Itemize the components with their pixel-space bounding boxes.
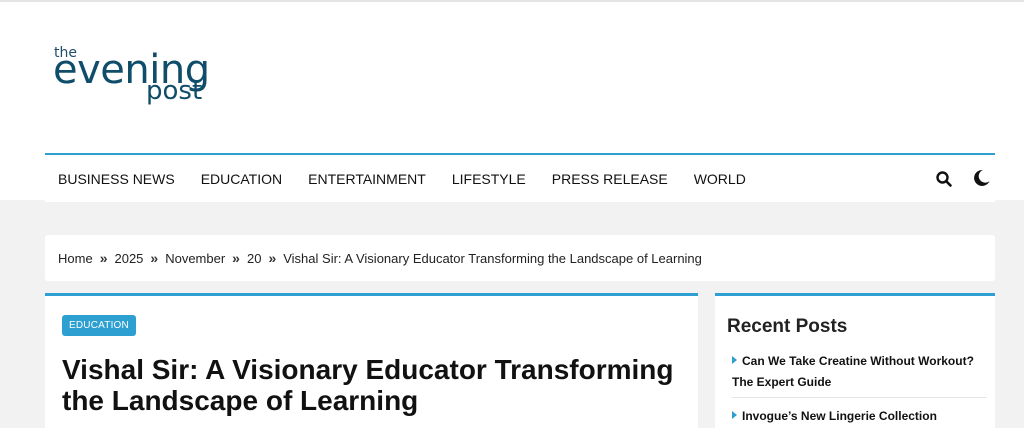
recent-post-item[interactable]: Can We Take Creatine Without Workout? Th… [732,351,987,393]
nav-item-education[interactable]: EDUCATION [188,171,295,187]
breadcrumb-separator: » [268,250,277,266]
breadcrumb: Home » 2025 » November » 20 » Vishal Sir… [45,235,995,281]
search-icon[interactable] [935,170,953,188]
recent-posts-title: Recent Posts [727,316,848,337]
nav-item-press-release[interactable]: PRESS RELEASE [539,171,681,187]
article-card: EDUCATION Vishal Sir: A Visionary Educat… [45,293,698,428]
breadcrumb-home[interactable]: Home [58,251,93,266]
caret-right-icon [732,411,737,419]
nav-item-business-news[interactable]: BUSINESS NEWS [45,171,188,187]
breadcrumb-separator: » [232,250,240,266]
recent-post-link[interactable]: Can We Take Creatine Without Workout? Th… [732,354,974,389]
nav-menu: BUSINESS NEWS EDUCATION ENTERTAINMENT LI… [45,155,759,202]
breadcrumb-month[interactable]: November [165,251,225,266]
moon-icon[interactable] [971,168,991,188]
category-badge[interactable]: EDUCATION [62,315,136,336]
breadcrumb-separator: » [150,250,159,266]
recent-post-item[interactable]: Invogue’s New Lingerie Collection [732,406,987,427]
recent-post-link[interactable]: Invogue’s New Lingerie Collection [742,409,937,423]
nav-item-lifestyle[interactable]: LIFESTYLE [439,171,539,187]
breadcrumb-separator: » [99,250,108,266]
main-nav: BUSINESS NEWS EDUCATION ENTERTAINMENT LI… [45,153,995,202]
breadcrumb-day[interactable]: 20 [247,251,261,266]
recent-posts-widget: Recent Posts Can We Take Creatine Withou… [715,293,995,428]
site-logo[interactable]: the evening post [53,42,243,114]
breadcrumb-year[interactable]: 2025 [114,251,143,266]
nav-item-entertainment[interactable]: ENTERTAINMENT [295,171,439,187]
nav-item-world[interactable]: WORLD [681,171,759,187]
divider [732,397,987,398]
breadcrumb-current: Vishal Sir: A Visionary Educator Transfo… [283,250,702,266]
logo-post: post [146,76,203,106]
caret-right-icon [732,356,737,364]
article-title: Vishal Sir: A Visionary Educator Transfo… [62,354,674,416]
